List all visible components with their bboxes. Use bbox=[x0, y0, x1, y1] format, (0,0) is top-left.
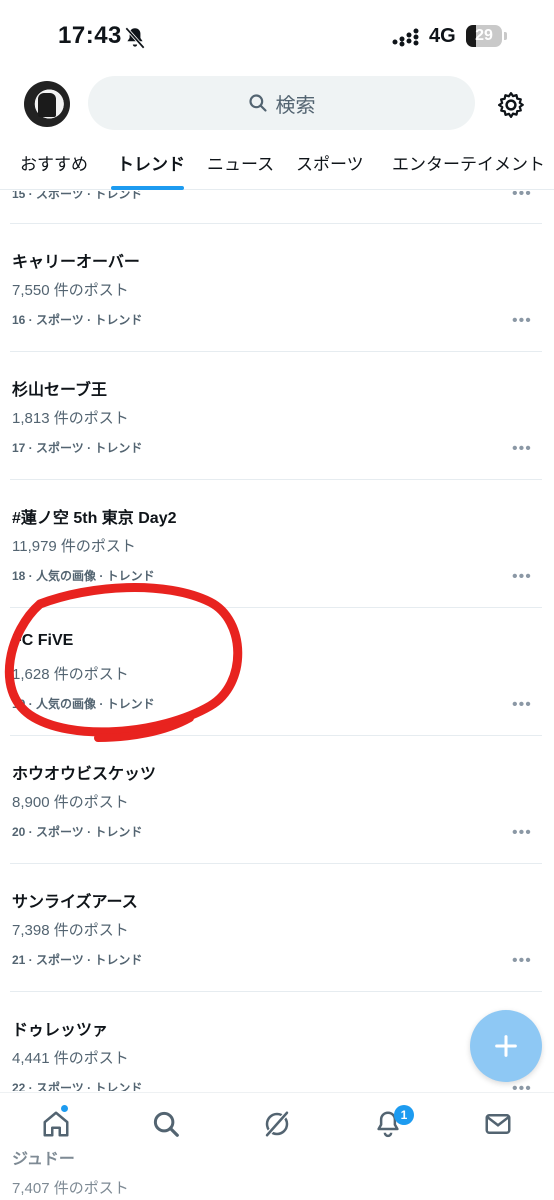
trend-post-count: 1,813 件のポスト bbox=[12, 410, 129, 427]
trend-title: ジュドー bbox=[12, 1151, 75, 1168]
tab-recommended[interactable]: おすすめ bbox=[20, 150, 88, 175]
trend-post-count: 4,441 件のポスト bbox=[12, 1050, 129, 1067]
trend-post-count: 8,900 件のポスト bbox=[12, 794, 129, 811]
trend-title: FC FiVE bbox=[12, 632, 74, 649]
search-icon bbox=[248, 94, 267, 112]
trend-post-count: 7,407 件のポスト bbox=[12, 1180, 129, 1197]
more-icon[interactable]: ••• bbox=[512, 312, 532, 330]
notification-badge: 1 bbox=[394, 1105, 414, 1125]
tab-news[interactable]: ニュース bbox=[207, 150, 274, 175]
compose-button[interactable] bbox=[470, 1010, 542, 1082]
trend-title: ドゥレッツァ bbox=[12, 1022, 109, 1039]
trend-meta: 19 · 人気の画像 · トレンド bbox=[12, 697, 155, 711]
trend-item[interactable]: キャリーオーバー 7,550 件のポスト 16 · スポーツ · トレンド ••… bbox=[0, 224, 554, 352]
trend-meta: 18 · 人気の画像 · トレンド bbox=[12, 569, 155, 583]
more-icon[interactable]: ••• bbox=[512, 568, 532, 586]
tab-bar: おすすめ トレンド ニュース スポーツ エンターテイメント bbox=[0, 140, 554, 190]
trend-meta: 17 · スポーツ · トレンド bbox=[12, 441, 143, 455]
trend-title: サンライズアース bbox=[12, 894, 138, 911]
home-unread-dot bbox=[61, 1105, 68, 1112]
more-icon[interactable]: ••• bbox=[512, 191, 532, 203]
tab-entertainment[interactable]: エンターテイメント bbox=[392, 150, 545, 175]
trend-list: 15 · スポーツ · トレンド ••• キャリーオーバー 7,550 件のポス… bbox=[0, 191, 554, 1091]
trend-item[interactable]: 杉山セーブ王 1,813 件のポスト 17 · スポーツ · トレンド ••• bbox=[0, 352, 554, 480]
home-icon[interactable] bbox=[41, 1109, 71, 1139]
trend-item[interactable]: #蓮ノ空 5th 東京 Day2 11,979 件のポスト 18 · 人気の画像… bbox=[0, 480, 554, 608]
search-bar[interactable]: 検索 bbox=[88, 76, 475, 130]
trend-title: 杉山セーブ王 bbox=[12, 382, 108, 399]
trend-meta: 16 · スポーツ · トレンド bbox=[12, 313, 143, 327]
gear-icon[interactable] bbox=[496, 90, 526, 120]
mail-icon[interactable] bbox=[483, 1109, 513, 1139]
trend-title: #蓮ノ空 5th 東京 Day2 bbox=[12, 510, 177, 527]
status-bar: 17:43 4G 29 bbox=[0, 0, 554, 70]
trend-meta: 20 · スポーツ · トレンド bbox=[12, 825, 143, 839]
trend-post-count: 11,979 件のポスト bbox=[12, 538, 136, 555]
more-icon[interactable]: ••• bbox=[512, 696, 532, 714]
plus-icon bbox=[495, 1035, 517, 1057]
more-icon[interactable]: ••• bbox=[512, 1080, 532, 1091]
trend-post-count: 7,550 件のポスト bbox=[12, 282, 129, 299]
network-type: 4G bbox=[429, 25, 456, 47]
grok-icon[interactable] bbox=[262, 1109, 292, 1139]
battery-icon: 29 bbox=[466, 25, 502, 47]
search-label: 検索 bbox=[275, 94, 316, 117]
trend-title: キャリーオーバー bbox=[12, 254, 140, 271]
battery-level: 29 bbox=[475, 27, 493, 44]
trend-meta: 22 · スポーツ · トレンド bbox=[12, 1081, 143, 1091]
tab-trending[interactable]: トレンド bbox=[117, 150, 185, 175]
tab-sports[interactable]: スポーツ bbox=[296, 150, 364, 175]
active-tab-indicator bbox=[111, 186, 184, 190]
search-icon[interactable] bbox=[151, 1109, 181, 1139]
trend-title: ホウオウビスケッツ bbox=[12, 766, 157, 783]
signal-icon bbox=[392, 28, 419, 47]
more-icon[interactable]: ••• bbox=[512, 440, 532, 458]
trend-meta: 21 · スポーツ · トレンド bbox=[12, 953, 143, 967]
avatar[interactable] bbox=[24, 81, 70, 127]
trend-item[interactable]: サンライズアース 7,398 件のポスト 21 · スポーツ · トレンド ••… bbox=[0, 864, 554, 992]
more-icon[interactable]: ••• bbox=[512, 824, 532, 842]
trend-item[interactable]: ホウオウビスケッツ 8,900 件のポスト 20 · スポーツ · トレンド •… bbox=[0, 736, 554, 864]
bell-slash-icon bbox=[125, 27, 145, 49]
trend-post-count: 7,398 件のポスト bbox=[12, 922, 129, 939]
trend-post-count: 1,628 件のポスト bbox=[12, 666, 129, 683]
trend-item[interactable]: FC FiVE 1,628 件のポスト 19 · 人気の画像 · トレンド ••… bbox=[0, 608, 554, 736]
bottom-nav: 1 ジュドー 7,407 件のポスト bbox=[0, 1092, 554, 1200]
trend-meta: 15 · スポーツ · トレンド bbox=[12, 191, 143, 201]
more-icon[interactable]: ••• bbox=[512, 952, 532, 970]
battery-cap bbox=[504, 32, 507, 40]
status-time: 17:43 bbox=[58, 22, 122, 49]
